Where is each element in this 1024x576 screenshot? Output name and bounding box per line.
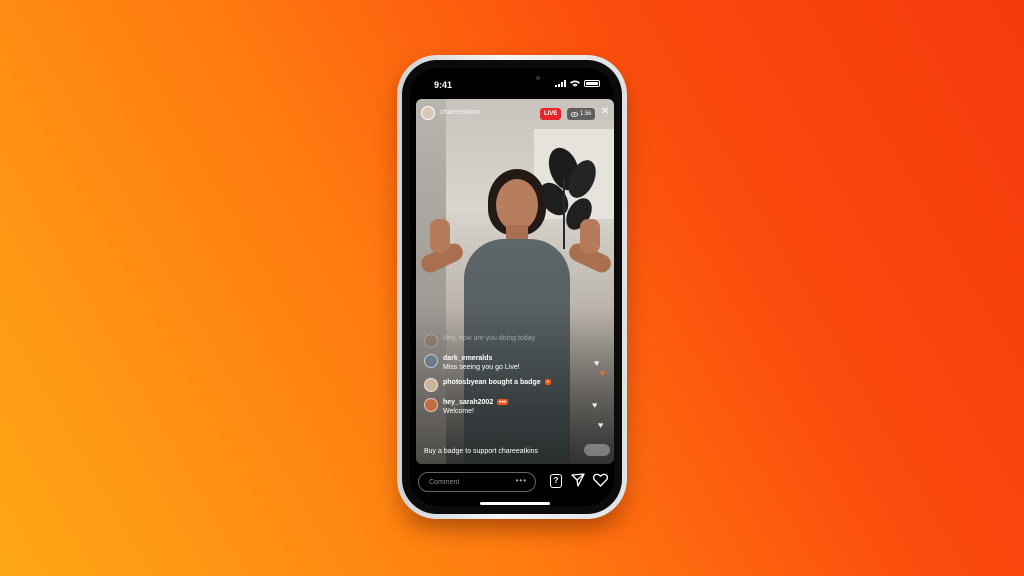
live-badge: LIVE (540, 108, 562, 120)
comment-avatar[interactable] (424, 398, 438, 412)
status-time: 9:41 (434, 80, 453, 90)
signal-icon (555, 80, 566, 87)
peace-sign-right (580, 219, 600, 253)
comment-text: Miss seeing you go Live! (443, 364, 520, 371)
peace-sign-left (430, 219, 450, 253)
comment-text: Welcome! (443, 408, 474, 415)
floating-hearts: ♥ ♥ ♥ ♥ (590, 358, 614, 448)
battery-icon (584, 80, 600, 87)
home-indicator[interactable] (480, 502, 550, 505)
comment-input[interactable]: Comment ••• (418, 472, 536, 492)
heart-icon: ♥ (598, 420, 604, 430)
heart-icon: ♥ (594, 358, 600, 368)
phone-screen: 9:41 chareeatkins LIVE 1.5k ✕ Hey, how a… (410, 68, 614, 506)
support-pill[interactable] (584, 444, 610, 456)
heart-icon: ♥ (600, 368, 606, 378)
viewer-count: 1.5k (580, 111, 592, 117)
comment-item: hey_sarah2002 ♥♥♥ Welcome! (424, 398, 594, 416)
phone-device: 9:41 chareeatkins LIVE 1.5k ✕ Hey, how a… (397, 55, 627, 519)
comment-username[interactable]: dark_emeralds (443, 354, 520, 363)
comment-text: Hey, how are you doing today (443, 335, 536, 342)
more-icon[interactable]: ••• (516, 476, 527, 485)
host-avatar[interactable] (421, 106, 435, 120)
phone-bezel: 9:41 chareeatkins LIVE 1.5k ✕ Hey, how a… (402, 60, 622, 514)
comment-placeholder: Comment (429, 479, 460, 486)
status-bar: 9:41 (410, 68, 614, 96)
status-icons (555, 80, 600, 87)
comment-list: Hey, how are you doing today dark_emeral… (424, 334, 594, 422)
person-face (496, 179, 538, 231)
heart-icon: ♥ (592, 400, 598, 410)
wifi-icon (570, 80, 580, 87)
camera-dot (536, 76, 540, 80)
close-icon[interactable]: ✕ (601, 106, 609, 117)
comment-item: photosbyean bought a badge ♥ (424, 378, 594, 392)
heart-outline-icon[interactable] (593, 473, 608, 487)
support-prompt[interactable]: Buy a badge to support chareeatkins (424, 448, 538, 455)
question-icon[interactable]: ? (550, 474, 562, 488)
comment-item: Hey, how are you doing today (424, 334, 594, 348)
eye-icon (571, 111, 578, 117)
badge-icon: ♥ (544, 379, 551, 386)
comment-username[interactable]: hey_sarah2002 (443, 399, 493, 406)
comment-avatar[interactable] (424, 334, 438, 348)
badge-purchase-text: photosbyean bought a badge (443, 379, 541, 386)
comment-item: dark_emeralds Miss seeing you go Live! (424, 354, 594, 372)
send-icon[interactable] (571, 473, 585, 487)
comment-avatar[interactable] (424, 354, 438, 368)
comment-avatar[interactable] (424, 378, 438, 392)
bottom-bar: Comment ••• ? (410, 466, 614, 498)
host-name[interactable]: chareeatkins (440, 109, 500, 116)
badge-icon: ♥♥♥ (497, 399, 509, 406)
viewer-count-badge[interactable]: 1.5k (567, 108, 596, 120)
